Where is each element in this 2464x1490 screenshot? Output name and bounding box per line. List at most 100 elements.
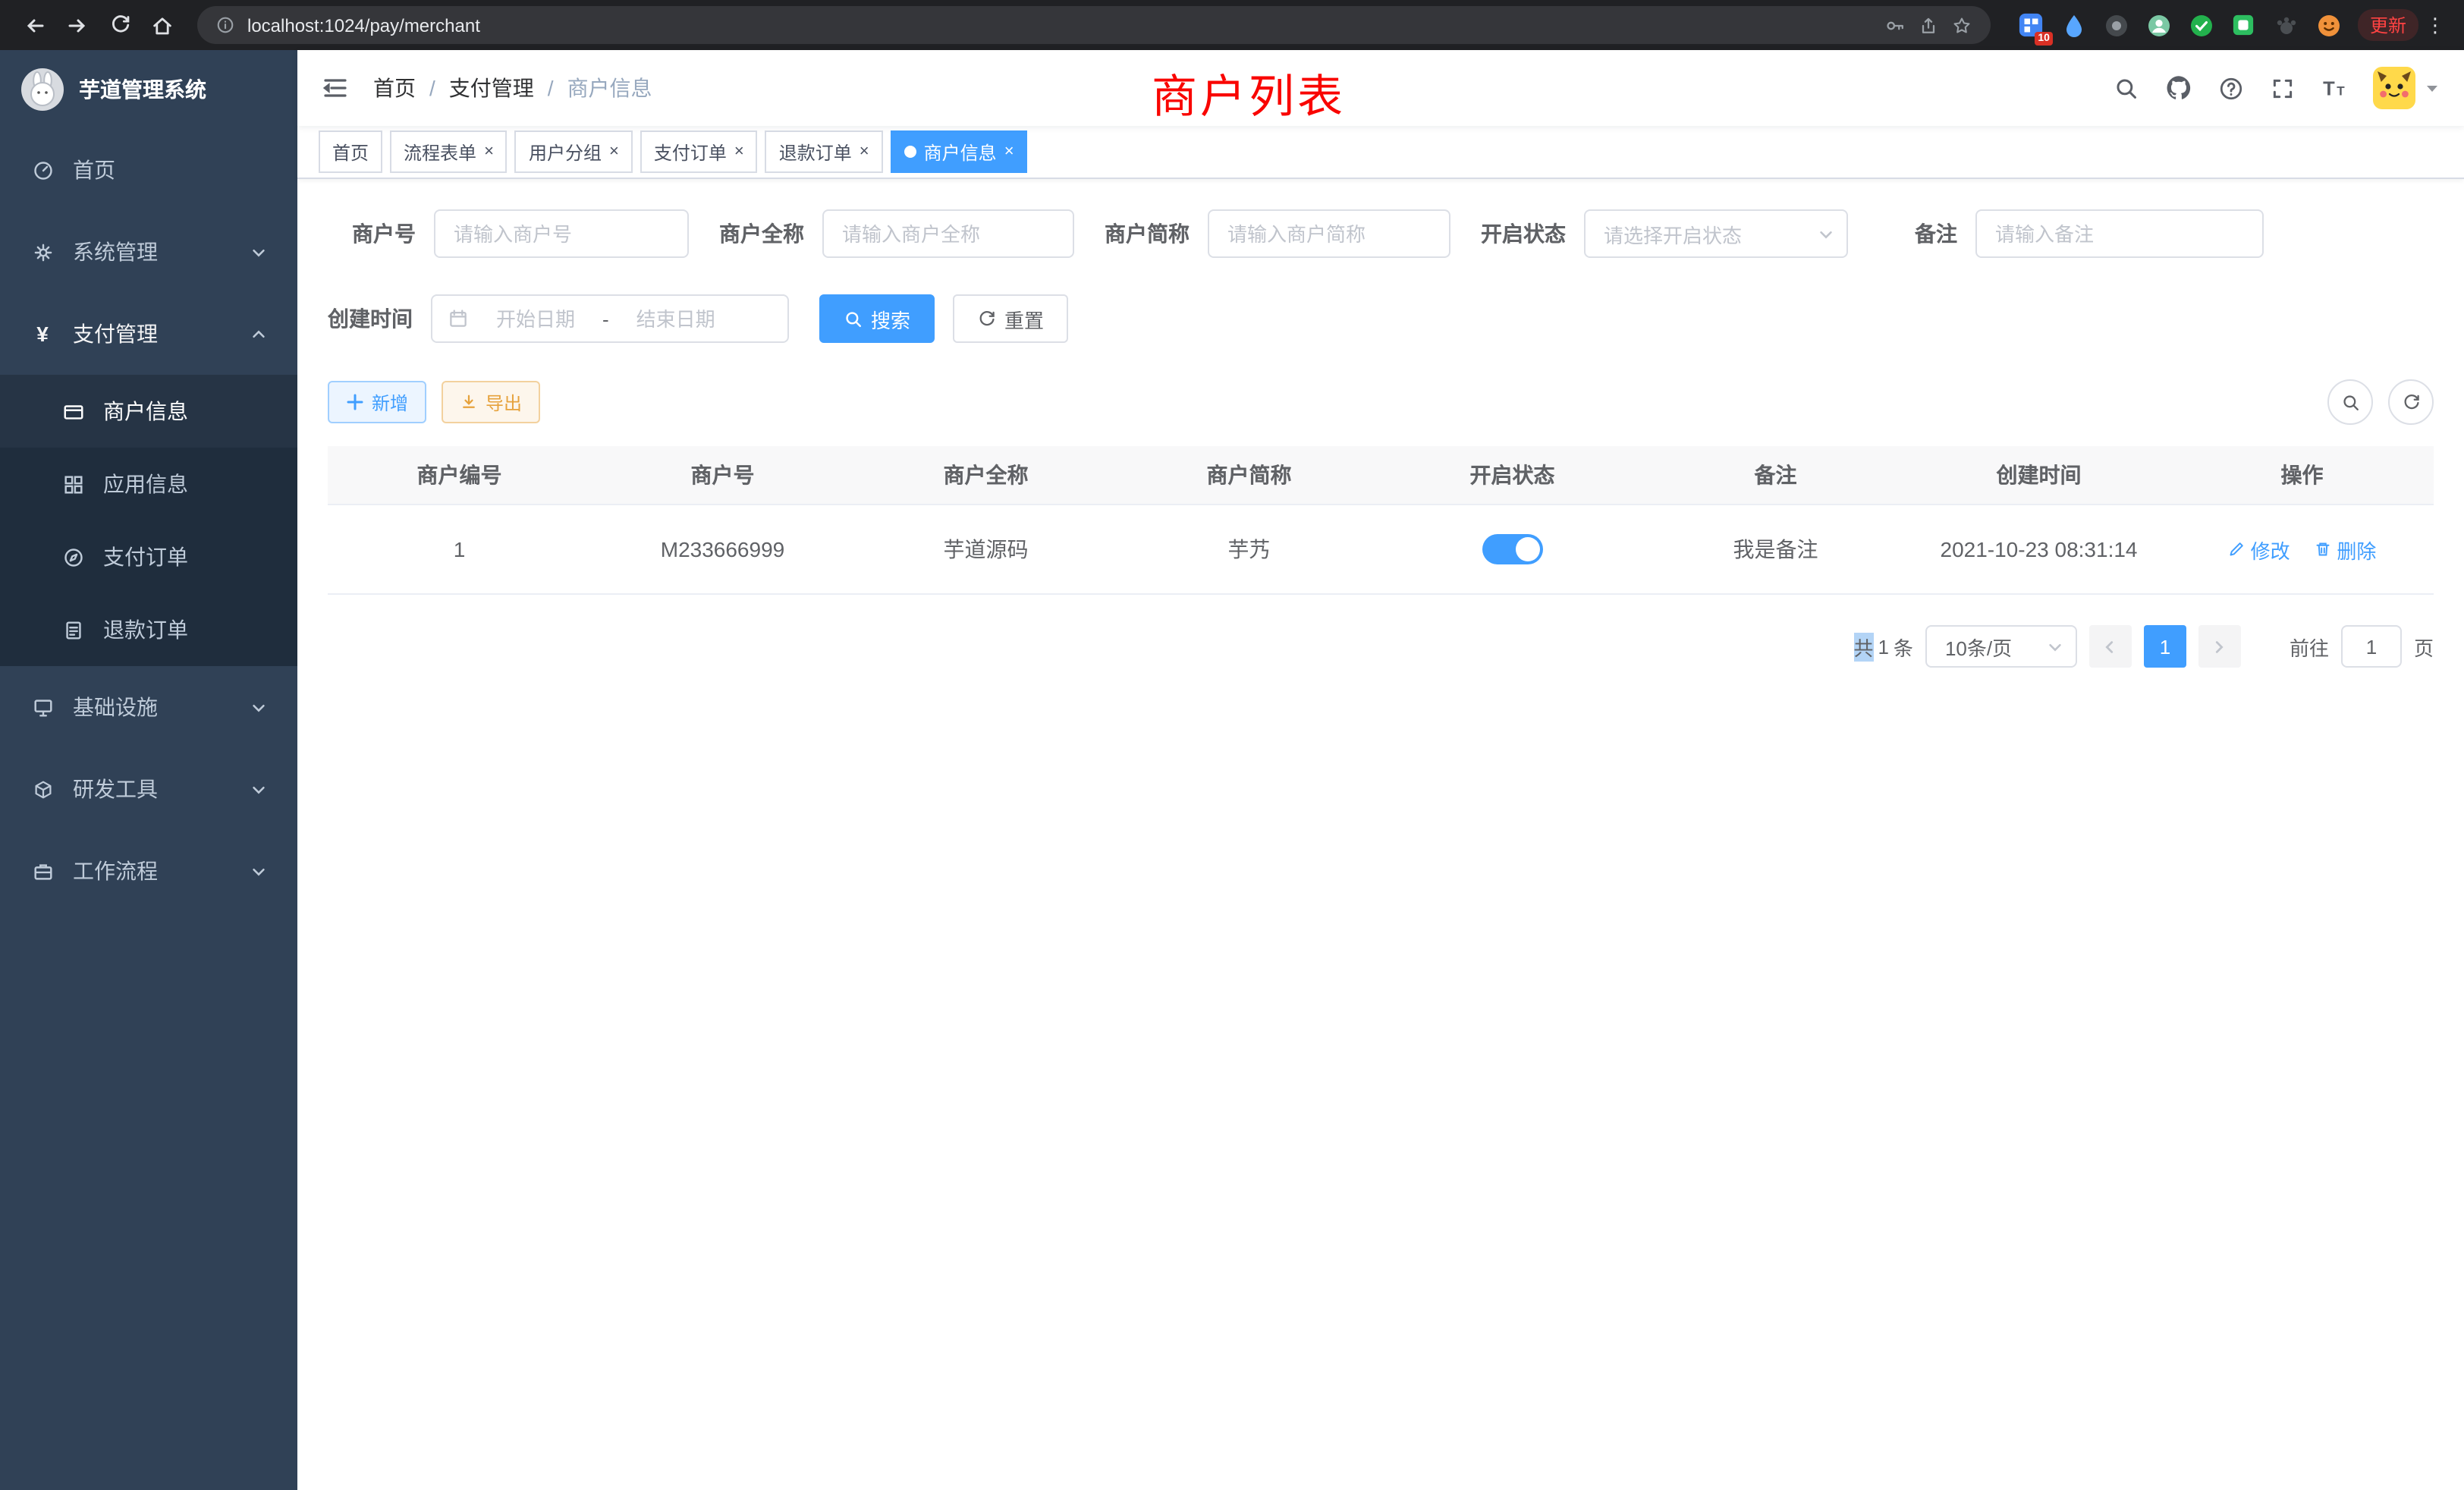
tab-counter-extension-icon[interactable]: 10 xyxy=(2018,11,2045,39)
next-page-icon[interactable] xyxy=(2198,625,2241,668)
refresh-table-icon[interactable] xyxy=(2388,379,2434,425)
edit-link[interactable]: 修改 xyxy=(2228,535,2290,564)
close-icon[interactable]: × xyxy=(484,143,494,160)
date-start-input[interactable] xyxy=(478,306,593,332)
search-button[interactable]: 搜索 xyxy=(819,294,935,343)
date-range-picker[interactable]: - xyxy=(431,294,789,343)
filter-create-time: 创建时间 - xyxy=(328,294,789,343)
table-toolbar: 新增 导出 xyxy=(328,379,2434,425)
cell-status xyxy=(1381,505,1644,594)
sidebar-item-home[interactable]: 首页 xyxy=(0,129,297,211)
add-button[interactable]: 新增 xyxy=(328,381,426,423)
sidebar-toggle-icon[interactable] xyxy=(322,74,349,102)
page-number-1[interactable]: 1 xyxy=(2144,625,2186,668)
app-title: 芋道管理系统 xyxy=(79,74,206,105)
briefcase-icon xyxy=(30,859,55,883)
browser-update-button[interactable]: 更新 xyxy=(2358,9,2418,41)
remark-input[interactable] xyxy=(1975,209,2264,258)
sidebar-item-label: 商户信息 xyxy=(103,396,188,426)
filter-full-name: 商户全称 xyxy=(719,209,1074,258)
document-icon xyxy=(61,618,85,642)
tag-user-group[interactable]: 用户分组 × xyxy=(515,130,633,173)
sidebar-item-label: 支付订单 xyxy=(103,542,188,572)
back-icon[interactable] xyxy=(15,5,55,45)
user-avatar xyxy=(2373,67,2415,109)
green-circle-extension-icon[interactable] xyxy=(2188,11,2215,39)
site-info-icon[interactable] xyxy=(215,15,235,35)
add-button-label: 新增 xyxy=(372,389,408,415)
breadcrumb-home[interactable]: 首页 xyxy=(373,73,416,103)
header-search-icon[interactable] xyxy=(2114,75,2139,101)
emoji-extension-icon[interactable] xyxy=(2315,11,2343,39)
tag-pay-order[interactable]: 支付订单 × xyxy=(640,130,758,173)
dark-circle-extension-icon[interactable] xyxy=(2103,11,2130,39)
green-square-extension-icon[interactable] xyxy=(2230,11,2258,39)
chevron-down-icon xyxy=(250,863,267,879)
close-icon[interactable]: × xyxy=(609,143,619,160)
tag-refund-order[interactable]: 退款订单 × xyxy=(765,130,883,173)
filter-status: 开启状态 请选择开启状态 xyxy=(1481,209,1848,258)
sidebar-item-dev-tools[interactable]: 研发工具 xyxy=(0,748,297,830)
toggle-search-icon[interactable] xyxy=(2327,379,2373,425)
delete-link-label: 删除 xyxy=(2337,535,2376,564)
page-size-select[interactable]: 10条/页 xyxy=(1925,625,2077,668)
goto-page-input[interactable] xyxy=(2341,625,2402,668)
home-icon[interactable] xyxy=(143,5,182,45)
reload-icon[interactable] xyxy=(100,5,140,45)
full-name-label: 商户全称 xyxy=(719,218,804,249)
col-header: 创建时间 xyxy=(1907,446,2170,505)
tag-label: 商户信息 xyxy=(924,139,997,165)
tag-merchant-info[interactable]: 商户信息 × xyxy=(891,130,1028,173)
sidebar-item-refund-order[interactable]: 退款订单 xyxy=(0,593,297,666)
sidebar-item-app-info[interactable]: 应用信息 xyxy=(0,448,297,520)
fullscreen-icon[interactable] xyxy=(2270,75,2296,101)
merchant-no-input[interactable] xyxy=(434,209,689,258)
delete-link[interactable]: 删除 xyxy=(2314,535,2376,564)
font-size-icon[interactable]: TT xyxy=(2321,75,2347,101)
screen: localhost:1024/pay/merchant 10 xyxy=(0,0,2464,1490)
status-toggle[interactable] xyxy=(1482,534,1543,564)
status-select[interactable]: 请选择开启状态 xyxy=(1584,209,1848,258)
user-menu[interactable] xyxy=(2373,67,2440,109)
filter-row-2: 创建时间 - 搜索 xyxy=(328,294,2434,343)
sidebar-item-infrastructure[interactable]: 基础设施 xyxy=(0,666,297,748)
drop-extension-icon[interactable] xyxy=(2060,11,2088,39)
password-key-icon[interactable] xyxy=(1884,14,1906,36)
calendar-icon xyxy=(448,308,469,329)
sidebar-item-label: 首页 xyxy=(73,155,115,185)
close-icon[interactable]: × xyxy=(1004,143,1014,160)
forward-icon[interactable] xyxy=(58,5,97,45)
reset-button[interactable]: 重置 xyxy=(953,294,1068,343)
tag-process-form[interactable]: 流程表单 × xyxy=(390,130,508,173)
help-icon[interactable] xyxy=(2218,75,2244,101)
breadcrumb-payment[interactable]: 支付管理 xyxy=(449,73,534,103)
total-suffix: 条 xyxy=(1894,632,1913,661)
bookmark-star-icon[interactable] xyxy=(1951,14,1972,36)
address-bar[interactable]: localhost:1024/pay/merchant xyxy=(197,6,1991,44)
chevron-up-icon xyxy=(250,325,267,342)
short-name-input[interactable] xyxy=(1208,209,1450,258)
compass-icon xyxy=(61,545,85,569)
tag-home[interactable]: 首页 xyxy=(319,130,382,173)
sidebar-item-workflow[interactable]: 工作流程 xyxy=(0,830,297,912)
sidebar-item-system[interactable]: 系统管理 xyxy=(0,211,297,293)
date-end-input[interactable] xyxy=(618,306,734,332)
full-name-input[interactable] xyxy=(822,209,1074,258)
browser-menu-icon[interactable]: ⋮ xyxy=(2422,13,2449,37)
url-text[interactable]: localhost:1024/pay/merchant xyxy=(247,14,480,36)
paw-extension-icon[interactable] xyxy=(2273,11,2300,39)
github-icon[interactable] xyxy=(2165,74,2192,102)
share-icon[interactable] xyxy=(1918,14,1939,36)
prev-page-icon[interactable] xyxy=(2089,625,2132,668)
sidebar-item-merchant-info[interactable]: 商户信息 xyxy=(0,375,297,448)
close-icon[interactable]: × xyxy=(860,143,869,160)
sidebar-item-payment[interactable]: ¥ 支付管理 xyxy=(0,293,297,375)
close-icon[interactable]: × xyxy=(734,143,744,160)
page-content: 商户号 商户全称 商户简称 开启状态 请选择开启状态 xyxy=(297,179,2464,1490)
sidebar-item-pay-order[interactable]: 支付订单 xyxy=(0,520,297,593)
svg-text:T: T xyxy=(2323,78,2335,99)
export-button[interactable]: 导出 xyxy=(442,381,540,423)
sidebar-logo[interactable]: 芋道管理系统 xyxy=(0,50,297,129)
logo-rabbit-avatar xyxy=(21,68,64,111)
profile-extension-icon[interactable] xyxy=(2145,11,2173,39)
